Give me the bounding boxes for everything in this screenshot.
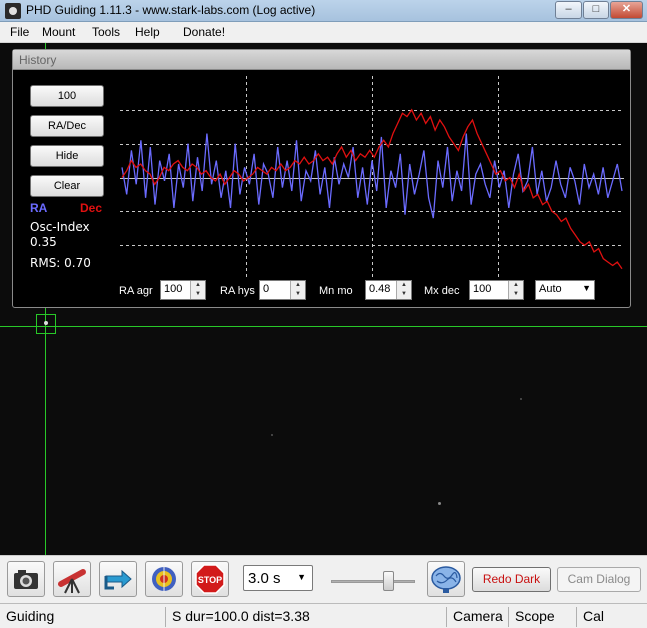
history-graph — [120, 76, 624, 279]
history-title: History — [13, 50, 630, 70]
mn-mo-label: Mn mo — [319, 285, 353, 297]
loop-button[interactable] — [99, 561, 137, 597]
clear-button[interactable]: Clear — [30, 175, 104, 197]
ra-agr-value: 100 — [164, 283, 183, 295]
spin-arrows-icon[interactable]: ▲ ▼ — [508, 281, 523, 299]
spin-arrows-icon[interactable]: ▲ ▼ — [190, 281, 205, 299]
guide-star — [44, 321, 48, 325]
spin-arrows-icon[interactable]: ▲ ▼ — [290, 281, 305, 299]
crosshair-horizontal — [0, 326, 647, 327]
target-icon — [152, 565, 176, 593]
star — [438, 502, 441, 505]
mx-dec-spinner[interactable]: 100 ▲ ▼ — [469, 280, 524, 300]
status-state: Guiding — [6, 608, 55, 624]
status-scope: Scope — [508, 607, 576, 627]
menu-help[interactable]: Help — [135, 25, 160, 39]
svg-text:STOP: STOP — [198, 575, 222, 585]
history-panel: History 100 RA/Dec Hide Clear RA Dec Osc… — [12, 49, 631, 308]
telescope-icon — [58, 569, 86, 594]
menu-tools[interactable]: Tools — [92, 25, 120, 39]
legend-dec: Dec — [80, 201, 103, 215]
mn-mo-value: 0.48 — [369, 283, 391, 295]
menu-bar: File Mount Tools Help Donate! — [0, 22, 647, 43]
status-cal: Cal — [576, 607, 647, 627]
osc-index-value: 0.35 — [30, 235, 57, 249]
legend-ra: RA — [30, 201, 48, 215]
ra-hys-label: RA hys — [220, 285, 255, 297]
dec-mode-value: Auto — [539, 283, 562, 295]
brain-icon — [431, 566, 461, 593]
menu-file[interactable]: File — [10, 25, 29, 39]
redo-dark-button[interactable]: Redo Dark — [472, 567, 551, 592]
ra-dec-button[interactable]: RA/Dec — [30, 115, 104, 137]
star — [271, 434, 273, 436]
rms-value: RMS: 0.70 — [30, 256, 91, 270]
status-info: S dur=100.0 dist=3.38 — [165, 607, 435, 627]
gamma-slider-thumb[interactable] — [382, 571, 394, 591]
length-button[interactable]: 100 — [30, 85, 104, 107]
app-icon — [5, 3, 21, 19]
osc-index-label: Osc-Index — [30, 220, 90, 234]
chevron-down-icon: ▼ — [297, 572, 306, 582]
cam-dialog-button[interactable]: Cam Dialog — [557, 567, 641, 592]
exposure-value: 3.0 s — [248, 570, 281, 587]
menu-donate[interactable]: Donate! — [183, 25, 225, 39]
mn-mo-spinner[interactable]: 0.48 ▲ ▼ — [365, 280, 412, 300]
stop-icon: STOP — [195, 564, 225, 594]
window-title: PHD Guiding 1.11.3 - www.stark-labs.com … — [26, 3, 316, 17]
chevron-down-icon: ▼ — [582, 283, 591, 293]
mx-dec-label: Mx dec — [424, 285, 460, 297]
ra-agr-spinner[interactable]: 100 ▲ ▼ — [160, 280, 206, 300]
minimize-button[interactable]: – — [555, 1, 582, 19]
brain-settings-button[interactable] — [427, 561, 465, 597]
loop-exposure-button[interactable] — [7, 561, 45, 597]
mx-dec-value: 100 — [473, 283, 492, 295]
close-button[interactable]: ✕ — [610, 1, 643, 19]
camera-icon — [14, 570, 38, 589]
series-line-ra — [121, 133, 623, 219]
exposure-select[interactable]: 3.0 s ▼ — [243, 565, 313, 591]
maximize-button[interactable]: □ — [583, 1, 609, 19]
title-bar: PHD Guiding 1.11.3 - www.stark-labs.com … — [0, 0, 647, 22]
stop-button[interactable]: STOP — [191, 561, 229, 597]
hide-button[interactable]: Hide — [30, 145, 104, 167]
loop-arrow-icon — [104, 569, 132, 590]
dec-mode-select[interactable]: Auto ▼ — [535, 280, 595, 300]
ra-hys-spinner[interactable]: 0 ▲ ▼ — [259, 280, 306, 300]
guide-button[interactable] — [145, 561, 183, 597]
ra-agr-label: RA agr — [119, 285, 153, 297]
status-camera: Camera — [446, 607, 508, 627]
star — [520, 398, 522, 400]
spin-arrows-icon[interactable]: ▲ ▼ — [396, 281, 411, 299]
menu-mount[interactable]: Mount — [42, 25, 75, 39]
gamma-slider-track[interactable] — [331, 580, 415, 583]
ra-hys-value: 0 — [263, 283, 270, 295]
status-bar: Guiding S dur=100.0 dist=3.38 Camera Sco… — [0, 603, 647, 628]
connect-scope-button[interactable] — [53, 561, 91, 597]
